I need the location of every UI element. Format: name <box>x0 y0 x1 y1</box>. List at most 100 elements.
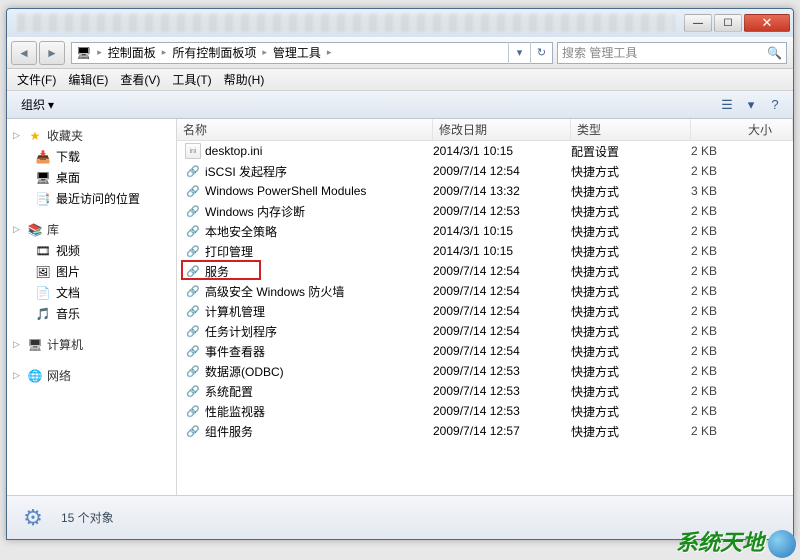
file-row[interactable]: 🔗服务2009/7/14 12:54快捷方式2 KB <box>177 261 793 281</box>
breadcrumb-seg-2[interactable]: 管理工具 <box>269 44 325 61</box>
shortcut-icon: 🔗 <box>185 223 201 239</box>
minimize-button[interactable]: — <box>684 14 712 32</box>
file-type: 快捷方式 <box>571 243 691 260</box>
tree-twisty-icon: ▷ <box>13 130 23 141</box>
refresh-button[interactable]: ↻ <box>530 42 552 64</box>
col-size[interactable]: 大小 <box>691 119 793 140</box>
file-type: 快捷方式 <box>571 403 691 420</box>
tree-group-1[interactable]: ▷📚库 <box>7 219 176 240</box>
tree-group-0[interactable]: ▷★收藏夹 <box>7 125 176 146</box>
file-name: 服务 <box>205 263 229 280</box>
col-name[interactable]: 名称 <box>177 119 433 140</box>
file-size: 2 KB <box>691 404 793 418</box>
file-row[interactable]: inidesktop.ini2014/3/1 10:15配置设置2 KB <box>177 141 793 161</box>
maximize-button[interactable]: ☐ <box>714 14 742 32</box>
search-icon[interactable]: 🔍 <box>767 46 782 60</box>
file-row[interactable]: 🔗组件服务2009/7/14 12:57快捷方式2 KB <box>177 421 793 441</box>
file-name: 任务计划程序 <box>205 323 277 340</box>
col-type[interactable]: 类型 <box>571 119 691 140</box>
tree-group-label: 计算机 <box>47 336 83 353</box>
shortcut-icon: 🔗 <box>185 303 201 319</box>
organize-button[interactable]: 组织 ▾ <box>13 94 62 115</box>
file-date: 2009/7/14 12:53 <box>433 364 571 378</box>
file-date: 2009/7/14 12:57 <box>433 424 571 438</box>
file-row[interactable]: 🔗高级安全 Windows 防火墙2009/7/14 12:54快捷方式2 KB <box>177 281 793 301</box>
file-name: 本地安全策略 <box>205 223 277 240</box>
tree-item-0-2[interactable]: 📑最近访问的位置 <box>7 188 176 209</box>
breadcrumb-seg-0[interactable]: 控制面板 <box>104 44 160 61</box>
forward-button[interactable]: ► <box>39 41 65 65</box>
close-button[interactable]: ✕ <box>744 14 790 32</box>
file-row[interactable]: 🔗Windows 内存诊断2009/7/14 12:53快捷方式2 KB <box>177 201 793 221</box>
file-row[interactable]: 🔗计算机管理2009/7/14 12:54快捷方式2 KB <box>177 301 793 321</box>
tree-group-2[interactable]: ▷🖥计算机 <box>7 334 176 355</box>
chevron-right-icon: ▸ <box>160 47 169 58</box>
file-type: 快捷方式 <box>571 223 691 240</box>
back-button[interactable]: ◄ <box>11 41 37 65</box>
chevron-down-icon: ▾ <box>48 98 54 112</box>
view-dropdown-button[interactable]: ▾ <box>739 94 763 116</box>
tree-item-label: 最近访问的位置 <box>56 190 140 207</box>
gear-icon: ⚙ <box>17 502 49 534</box>
file-type: 快捷方式 <box>571 283 691 300</box>
tree-item-label: 文档 <box>56 284 80 301</box>
file-date: 2009/7/14 12:53 <box>433 384 571 398</box>
menubar: 文件(F) 编辑(E) 查看(V) 工具(T) 帮助(H) <box>7 69 793 91</box>
help-button[interactable]: ? <box>763 94 787 116</box>
chevron-right-icon: ▸ <box>95 47 104 58</box>
shortcut-icon: 🔗 <box>185 163 201 179</box>
file-name: 计算机管理 <box>205 303 265 320</box>
shortcut-icon: 🔗 <box>185 363 201 379</box>
file-type: 快捷方式 <box>571 263 691 280</box>
tree-group-3[interactable]: ▷🌐网络 <box>7 365 176 386</box>
titlebar-blur <box>17 14 675 32</box>
file-row[interactable]: 🔗性能监视器2009/7/14 12:53快捷方式2 KB <box>177 401 793 421</box>
breadcrumb-seg-1[interactable]: 所有控制面板项 <box>168 44 260 61</box>
file-row[interactable]: 🔗任务计划程序2009/7/14 12:54快捷方式2 KB <box>177 321 793 341</box>
tree-twisty-icon: ▷ <box>13 339 23 350</box>
tree-item-icon: 🖥 <box>35 170 51 186</box>
tree-item-label: 视频 <box>56 242 80 259</box>
file-date: 2009/7/14 12:54 <box>433 164 571 178</box>
view-mode-button[interactable]: ☰ <box>715 94 739 116</box>
file-row[interactable]: 🔗数据源(ODBC)2009/7/14 12:53快捷方式2 KB <box>177 361 793 381</box>
ini-file-icon: ini <box>185 143 201 159</box>
file-row[interactable]: 🔗Windows PowerShell Modules2009/7/14 13:… <box>177 181 793 201</box>
body: ▷★收藏夹📥下载🖥桌面📑最近访问的位置▷📚库🎞视频🖼图片📄文档🎵音乐▷🖥计算机▷… <box>7 119 793 495</box>
file-date: 2009/7/14 12:54 <box>433 324 571 338</box>
tree-item-1-0[interactable]: 🎞视频 <box>7 240 176 261</box>
tree-item-1-1[interactable]: 🖼图片 <box>7 261 176 282</box>
tree-group-label: 收藏夹 <box>47 127 83 144</box>
tree-twisty-icon: ▷ <box>13 224 23 235</box>
menu-help[interactable]: 帮助(H) <box>218 71 271 88</box>
file-row[interactable]: 🔗事件查看器2009/7/14 12:54快捷方式2 KB <box>177 341 793 361</box>
menu-file[interactable]: 文件(F) <box>11 71 62 88</box>
tree-item-1-3[interactable]: 🎵音乐 <box>7 303 176 324</box>
menu-edit[interactable]: 编辑(E) <box>62 71 114 88</box>
file-date: 2014/3/1 10:15 <box>433 224 571 238</box>
search-placeholder: 搜索 管理工具 <box>562 44 637 61</box>
status-text: 15 个对象 <box>61 509 114 526</box>
menu-tools[interactable]: 工具(T) <box>166 71 217 88</box>
tree-item-0-1[interactable]: 🖥桌面 <box>7 167 176 188</box>
address-dropdown-button[interactable]: ▾ <box>508 42 530 64</box>
search-input[interactable]: 搜索 管理工具 🔍 <box>557 42 787 64</box>
file-row[interactable]: 🔗系统配置2009/7/14 12:53快捷方式2 KB <box>177 381 793 401</box>
tree-item-0-0[interactable]: 📥下载 <box>7 146 176 167</box>
file-row[interactable]: 🔗iSCSI 发起程序2009/7/14 12:54快捷方式2 KB <box>177 161 793 181</box>
file-row[interactable]: 🔗本地安全策略2014/3/1 10:15快捷方式2 KB <box>177 221 793 241</box>
shortcut-icon: 🔗 <box>185 283 201 299</box>
tree-twisty-icon: ▷ <box>13 370 23 381</box>
file-type: 快捷方式 <box>571 183 691 200</box>
file-name: 性能监视器 <box>205 403 265 420</box>
file-type: 快捷方式 <box>571 163 691 180</box>
breadcrumb-root-icon[interactable]: 🖥 <box>72 46 95 60</box>
file-row[interactable]: 🔗打印管理2014/3/1 10:15快捷方式2 KB <box>177 241 793 261</box>
file-date: 2009/7/14 12:54 <box>433 344 571 358</box>
tree-item-1-2[interactable]: 📄文档 <box>7 282 176 303</box>
col-date[interactable]: 修改日期 <box>433 119 571 140</box>
address-bar[interactable]: 🖥 ▸ 控制面板 ▸ 所有控制面板项 ▸ 管理工具 ▸ ▾ ↻ <box>71 42 553 64</box>
menu-view[interactable]: 查看(V) <box>114 71 166 88</box>
file-date: 2009/7/14 12:53 <box>433 204 571 218</box>
tree-group-icon: 🌐 <box>27 368 43 384</box>
